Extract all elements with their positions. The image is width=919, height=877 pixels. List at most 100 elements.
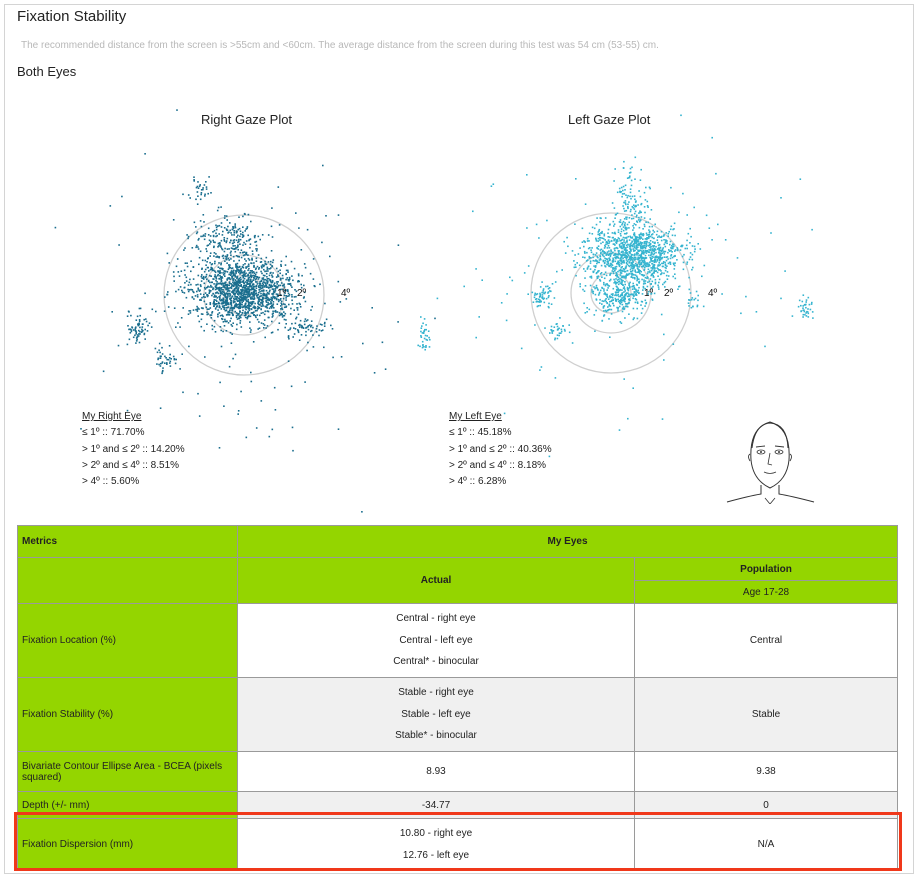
gaze-dot xyxy=(315,331,318,333)
gaze-dot xyxy=(581,227,584,230)
gaze-dot xyxy=(241,281,243,283)
gaze-dot xyxy=(242,305,245,308)
gaze-dot xyxy=(638,190,640,192)
gaze-dot xyxy=(271,236,274,238)
gaze-dot xyxy=(239,320,242,322)
gaze-dot xyxy=(229,320,231,322)
gaze-dot xyxy=(245,289,247,291)
gaze-dot xyxy=(249,246,251,249)
gaze-dot xyxy=(258,327,261,329)
gaze-dot xyxy=(258,321,260,323)
gaze-dot xyxy=(253,272,256,275)
gaze-dot xyxy=(270,260,272,263)
gaze-dot xyxy=(243,289,246,291)
gaze-dot xyxy=(259,238,261,241)
gaze-dot xyxy=(229,309,231,312)
gaze-dot xyxy=(590,257,592,259)
gaze-dot xyxy=(272,272,274,274)
gaze-dot xyxy=(207,266,209,269)
gaze-dot xyxy=(702,305,705,308)
gaze-dot xyxy=(544,327,546,329)
gaze-dot xyxy=(258,268,260,270)
gaze-dot xyxy=(235,291,237,293)
gaze-dot xyxy=(201,296,203,299)
gaze-dot xyxy=(612,267,614,269)
gaze-dot xyxy=(226,301,228,303)
gaze-dot xyxy=(190,270,192,273)
gaze-dot xyxy=(610,313,613,315)
gaze-dot xyxy=(539,369,541,371)
gaze-dot xyxy=(127,325,129,327)
gaze-dot xyxy=(693,206,695,209)
gaze-dot xyxy=(628,176,630,179)
gaze-dot xyxy=(804,313,806,316)
gaze-dot xyxy=(202,214,205,216)
gaze-dot xyxy=(695,290,698,293)
gaze-dot xyxy=(660,239,663,242)
gaze-dot xyxy=(204,233,207,235)
gaze-dot xyxy=(260,270,262,273)
gaze-dot xyxy=(571,342,574,344)
gaze-dot xyxy=(602,249,604,252)
gaze-dot xyxy=(596,287,598,289)
gaze-dot xyxy=(424,348,426,351)
gaze-dot xyxy=(612,293,614,295)
gaze-dot xyxy=(663,281,666,284)
gaze-dot xyxy=(132,336,135,339)
gaze-dot xyxy=(310,330,312,333)
gaze-dot xyxy=(717,223,719,226)
gaze-dot xyxy=(210,263,213,266)
gaze-dot xyxy=(236,318,239,320)
gaze-dot xyxy=(217,270,219,272)
gaze-dot xyxy=(573,266,576,269)
gaze-dot xyxy=(630,253,633,256)
gaze-dot xyxy=(297,273,300,275)
gaze-dot xyxy=(622,229,625,232)
gaze-dot xyxy=(226,300,229,302)
gaze-dot xyxy=(622,253,624,255)
gaze-dot xyxy=(633,274,635,276)
gaze-dot xyxy=(645,232,648,235)
gaze-dot xyxy=(192,278,195,280)
gaze-dot xyxy=(267,270,269,272)
gaze-dot xyxy=(248,295,251,298)
gaze-dot xyxy=(299,303,301,306)
gaze-dot xyxy=(625,194,627,196)
gaze-dot xyxy=(179,286,182,288)
gaze-dot xyxy=(208,239,211,242)
gaze-dot xyxy=(478,316,480,318)
gaze-dot xyxy=(224,275,226,277)
gaze-dot xyxy=(595,223,598,226)
gaze-dot xyxy=(339,301,342,303)
gaze-dot xyxy=(234,353,237,356)
gaze-dot xyxy=(264,262,267,265)
gaze-dot xyxy=(247,277,250,279)
gaze-dot xyxy=(701,275,703,278)
gaze-dot xyxy=(219,326,222,328)
gaze-dot xyxy=(209,261,211,264)
gaze-dot xyxy=(622,185,625,188)
gaze-dot xyxy=(237,410,240,412)
gaze-dot xyxy=(627,417,629,420)
gaze-dot xyxy=(202,235,204,238)
gaze-dot xyxy=(236,265,239,268)
gaze-dot xyxy=(223,227,226,229)
gaze-dot xyxy=(687,232,690,235)
gaze-dot xyxy=(216,234,218,237)
gaze-dot xyxy=(659,256,662,259)
gaze-dot xyxy=(220,226,223,228)
gaze-dot xyxy=(233,248,235,250)
gaze-dot xyxy=(669,228,672,231)
gaze-dot xyxy=(651,299,654,301)
gaze-dot xyxy=(285,299,287,301)
gaze-dot xyxy=(623,295,626,298)
gaze-dot xyxy=(629,268,632,271)
gaze-dot xyxy=(620,186,623,189)
gaze-dot xyxy=(210,284,212,287)
gaze-dot xyxy=(223,306,225,309)
gaze-dot xyxy=(232,322,234,324)
gaze-dot xyxy=(535,223,538,226)
gaze-dot xyxy=(623,207,625,210)
gaze-dot xyxy=(332,356,334,359)
gaze-dot xyxy=(225,283,227,286)
